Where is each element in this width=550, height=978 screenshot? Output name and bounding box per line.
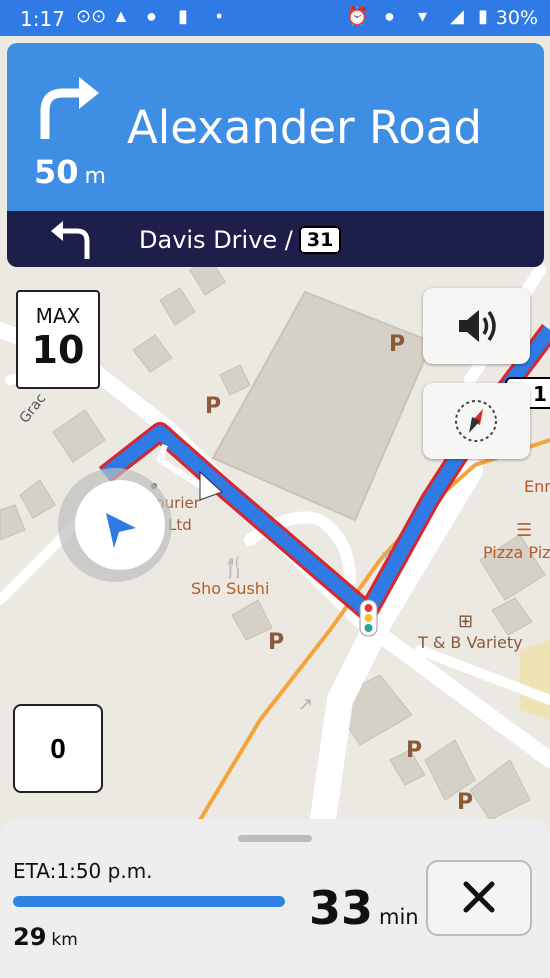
instruction-distance-unit: m <box>84 164 106 189</box>
instruction-distance: 50 m <box>34 153 106 191</box>
shop-basket-icon: ⊞ <box>458 611 473 632</box>
svg-text:↙: ↙ <box>380 542 395 563</box>
location-icon: ● <box>146 6 157 26</box>
close-navigation-button[interactable] <box>426 860 532 936</box>
alarm-icon: ⏰ <box>346 6 369 26</box>
parking-label: P <box>457 790 473 815</box>
parking-label: P <box>205 394 221 419</box>
current-location-marker <box>58 468 172 582</box>
eta-text: ETA:1:50 p.m. <box>13 859 153 883</box>
map-label-sho-sushi: Sho Sushi <box>191 579 269 598</box>
dot-icon: • <box>216 6 223 26</box>
traffic-light-icon <box>359 599 378 637</box>
route-shield: 31 <box>298 226 342 254</box>
status-bar: 1:17 ⊙⊙ ▲ ● ▮ • ⏰ ● ▾ ◢ ▮ 30% <box>0 0 550 36</box>
trip-progress-fill <box>13 896 285 907</box>
battery-level: 30% <box>495 7 538 29</box>
parking-label: P <box>389 332 405 357</box>
drag-handle[interactable] <box>238 835 312 842</box>
next-instruction-card[interactable]: Davis Drive /31 <box>7 211 544 267</box>
parking-label: P <box>268 630 284 655</box>
burger-icon: ☰ <box>516 520 532 541</box>
current-speed: 0 <box>13 704 103 793</box>
map-label-tb-variety: T & B Variety <box>417 633 523 652</box>
trip-progress-bar <box>13 896 285 907</box>
map-label-enn: Enn <box>524 477 550 496</box>
wifi-icon: ▾ <box>418 6 428 26</box>
remaining-distance: 29 km <box>13 923 78 951</box>
compass-button[interactable] <box>423 383 530 459</box>
voicemail-icon: ⊙⊙ <box>76 6 107 26</box>
route-shield-edge: 1 <box>533 382 547 406</box>
turn-right-icon <box>40 77 99 139</box>
remaining-time-unit: min <box>379 905 419 929</box>
signal-icon: ◢ <box>450 6 464 26</box>
map-label-pizza: Pizza Pizz <box>483 543 550 562</box>
speed-limit-value: 10 <box>31 328 85 372</box>
remaining-distance-unit: km <box>51 930 78 950</box>
next-instruction-street: Davis Drive /31 <box>139 226 342 254</box>
trip-panel[interactable]: ETA:1:50 p.m. 29 km 33 min <box>0 819 550 978</box>
turn-instruction-card[interactable]: Alexander Road 50 m <box>7 43 544 211</box>
remaining-distance-value: 29 <box>13 923 47 951</box>
sd-card-icon: ▮ <box>178 6 188 26</box>
navigation-icon: ▲ <box>112 6 130 26</box>
status-time: 1:17 <box>20 7 65 31</box>
turn-left-icon <box>51 221 90 259</box>
speed-limit-sign: MAX 10 <box>16 290 100 389</box>
close-icon <box>463 881 495 913</box>
speed-limit-label: MAX <box>35 304 81 328</box>
next-street-name: Davis Drive / <box>139 226 293 254</box>
remaining-time: 33 min <box>309 881 419 935</box>
location-icon: ● <box>384 6 395 26</box>
compass-icon <box>455 400 497 442</box>
restaurant-icon: 🍴 <box>222 555 247 579</box>
remaining-time-value: 33 <box>309 881 374 935</box>
sound-button[interactable] <box>423 288 530 364</box>
sound-icon <box>459 310 496 342</box>
instruction-distance-value: 50 <box>34 153 79 191</box>
svg-text:↗: ↗ <box>298 694 313 715</box>
instruction-street: Alexander Road <box>127 101 482 154</box>
battery-icon: ▮ <box>478 6 488 26</box>
parking-label: P <box>406 738 422 763</box>
